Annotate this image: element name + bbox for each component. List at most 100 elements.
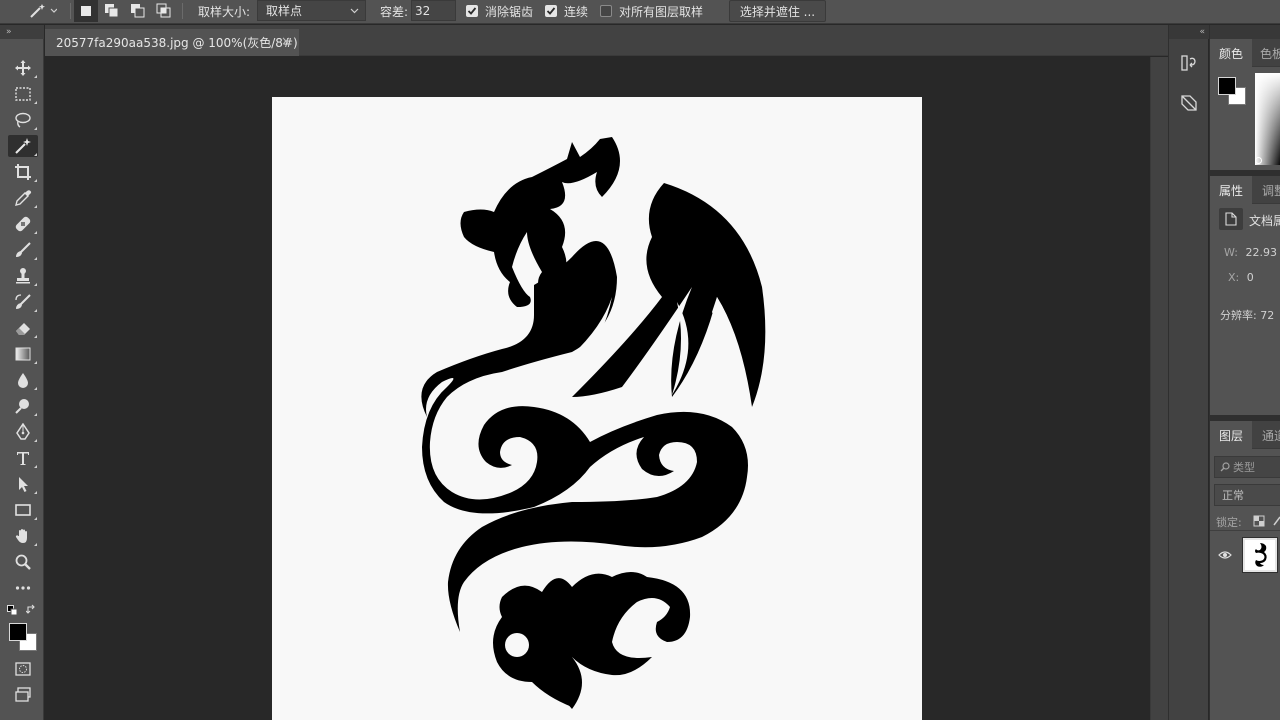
layer-thumbnail[interactable] — [1242, 537, 1278, 573]
rectangular-marquee-icon — [15, 87, 31, 101]
chevron-down-icon — [350, 8, 359, 14]
checkbox-checked-icon — [545, 5, 557, 17]
document-properties-icon-box — [1219, 208, 1243, 230]
foreground-color-chip[interactable] — [1218, 77, 1236, 95]
edit-toolbar-button[interactable] — [8, 577, 38, 599]
history-brush-tool[interactable] — [8, 291, 38, 313]
separator — [182, 3, 183, 19]
default-colors-icon — [7, 605, 18, 616]
tab-layers[interactable]: 图层 — [1210, 421, 1253, 449]
gradient-icon — [15, 347, 31, 361]
magic-wand-tool[interactable] — [8, 135, 38, 157]
document-tab[interactable]: 20577fa290aa538.jpg @ 100%(灰色/8#) × — [45, 29, 299, 56]
layer-visibility-toggle[interactable] — [1218, 549, 1232, 563]
tools-panel: » — [0, 25, 44, 720]
new-selection-button[interactable] — [74, 0, 98, 22]
history-panel-button[interactable] — [1175, 49, 1203, 77]
pen-tool[interactable] — [8, 421, 38, 443]
bandage-icon — [15, 216, 31, 232]
dodge-icon — [15, 399, 29, 414]
color-picker-field[interactable] — [1255, 73, 1280, 165]
lock-image-pixels-button[interactable] — [1272, 515, 1280, 530]
screen-mode-button[interactable] — [8, 684, 38, 706]
tab-color[interactable]: 颜色 — [1210, 39, 1253, 67]
tool-preset-picker[interactable] — [20, 0, 64, 22]
eraser-tool[interactable] — [8, 317, 38, 339]
collapse-dock-icon[interactable]: « — [1169, 25, 1209, 39]
document-canvas[interactable] — [272, 97, 922, 720]
sample-size-label: 取样大小: — [198, 4, 251, 19]
lock-transparent-pixels-button[interactable] — [1253, 515, 1265, 530]
vertical-scrollbar[interactable] — [1150, 57, 1168, 720]
properties-panel-tabs: 属性 调整 — [1210, 176, 1280, 204]
rectangle-tool[interactable] — [8, 499, 38, 521]
gradient-tool[interactable] — [8, 343, 38, 365]
tab-properties[interactable]: 属性 — [1210, 176, 1253, 204]
checkbox-unchecked-icon — [600, 5, 612, 17]
history-panel-icon — [1181, 55, 1196, 71]
hand-icon — [15, 529, 27, 543]
blur-tool[interactable] — [8, 369, 38, 391]
search-icon — [1220, 462, 1230, 472]
eyedropper-tool[interactable] — [8, 187, 38, 209]
add-to-selection-button[interactable] — [100, 0, 124, 22]
close-tab-icon[interactable]: × — [281, 34, 291, 48]
layer-row-background[interactable] — [1210, 533, 1280, 577]
brush-lock-icon — [1273, 516, 1280, 526]
brush-tool[interactable] — [8, 239, 38, 261]
sample-all-layers-checkbox[interactable]: 对所有图层取样 — [600, 0, 703, 22]
path-selection-tool[interactable] — [8, 473, 38, 495]
lock-label: 锁定: — [1216, 516, 1242, 529]
screen-mode-icon — [15, 687, 31, 702]
stamp-icon — [16, 268, 30, 284]
blend-mode-select[interactable]: 正常 — [1214, 484, 1280, 506]
width-field[interactable]: W: 22.93 — [1224, 246, 1277, 259]
zoom-tool[interactable] — [8, 551, 38, 573]
foreground-color-swatch[interactable] — [9, 623, 27, 641]
color-picker-handle[interactable] — [1255, 157, 1262, 164]
contiguous-checkbox[interactable]: 连续 — [545, 0, 588, 22]
hand-tool[interactable] — [8, 525, 38, 547]
quick-mask-button[interactable] — [8, 658, 38, 680]
options-bar: 取样大小: 取样点 容差: 32 消除锯齿 连续 对所有图层取样 选择并遮住 .… — [0, 0, 1280, 24]
lasso-tool[interactable] — [8, 109, 38, 131]
tab-swatches[interactable]: 色板 — [1260, 39, 1280, 67]
healing-brush-tool[interactable] — [8, 213, 38, 235]
document-tab-bar: 20577fa290aa538.jpg @ 100%(灰色/8#) × — [45, 25, 1168, 56]
add-selection-icon — [105, 4, 119, 18]
sample-size-select[interactable]: 取样点 — [257, 0, 366, 21]
width-label: W: — [1224, 246, 1238, 259]
document-tab-title: 20577fa290aa538.jpg @ 100%(灰色/8#) — [56, 36, 298, 50]
eye-icon — [1218, 551, 1232, 559]
select-and-mask-button[interactable]: 选择并遮住 ... — [729, 0, 826, 22]
layer-filter-search[interactable]: 类型 — [1214, 456, 1280, 478]
intersect-selection-icon — [156, 3, 171, 18]
clone-stamp-tool[interactable] — [8, 265, 38, 287]
default-colors-button[interactable] — [7, 605, 18, 619]
canvas-area[interactable] — [45, 57, 1150, 720]
tab-channels[interactable]: 通道 — [1262, 421, 1280, 449]
layers-panel-tabs: 图层 通道 — [1210, 421, 1280, 449]
tab-adjustments[interactable]: 调整 — [1262, 176, 1280, 204]
checkerboard-icon — [1253, 515, 1265, 527]
type-tool[interactable] — [8, 447, 38, 469]
tolerance-input[interactable]: 32 — [411, 0, 456, 21]
subtract-selection-icon — [131, 4, 145, 18]
type-icon — [17, 452, 29, 465]
contiguous-label: 连续 — [564, 4, 589, 19]
glyphs-panel-button[interactable] — [1175, 89, 1203, 117]
color-panel-tabs: 颜色 色板 — [1210, 39, 1280, 67]
lock-row: 锁定: — [1216, 514, 1242, 530]
intersect-selection-button[interactable] — [152, 0, 176, 22]
subtract-from-selection-button[interactable] — [126, 0, 150, 22]
quick-mask-icon — [15, 662, 31, 676]
x-field[interactable]: X: 0 — [1228, 271, 1254, 284]
dodge-tool[interactable] — [8, 395, 38, 417]
anti-alias-checkbox[interactable]: 消除锯齿 — [466, 0, 533, 22]
move-tool[interactable] — [8, 57, 38, 79]
marquee-tool[interactable] — [8, 83, 38, 105]
swap-colors-button[interactable] — [25, 604, 37, 618]
move-icon — [15, 60, 31, 76]
crop-tool[interactable] — [8, 161, 38, 183]
expand-toolbar-icon[interactable]: » — [0, 25, 44, 39]
